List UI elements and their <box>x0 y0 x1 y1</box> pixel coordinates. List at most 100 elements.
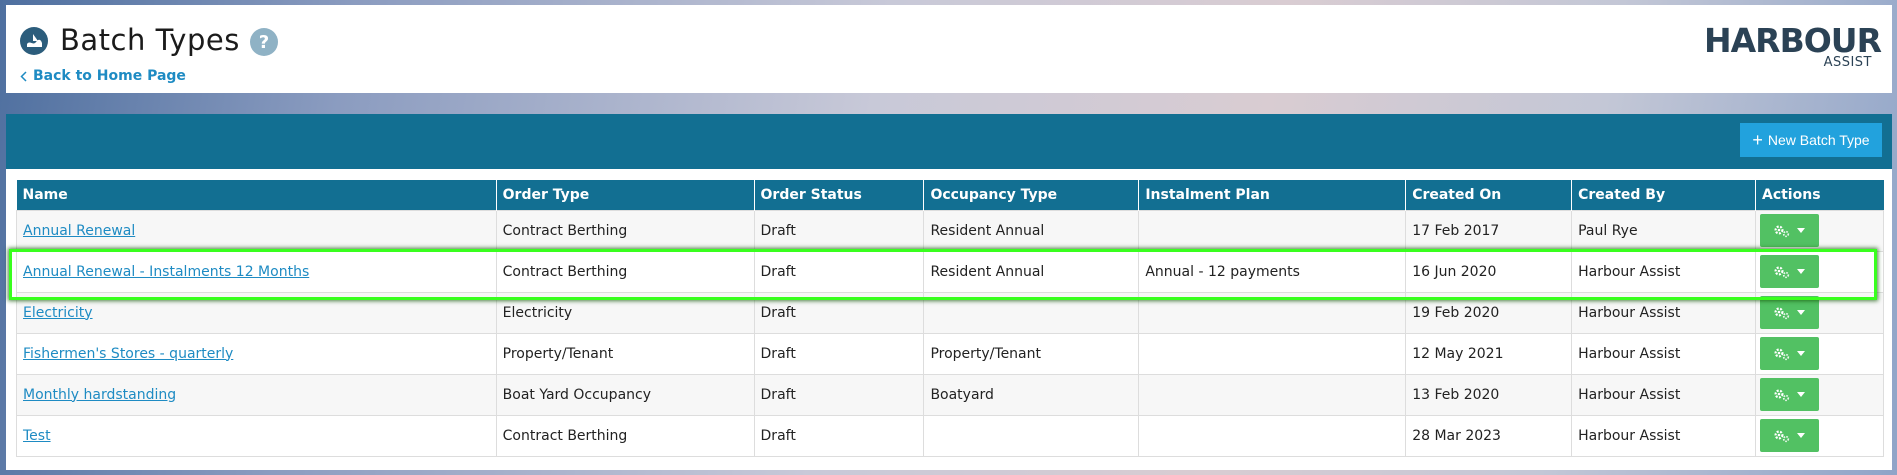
table-row: Monthly hardstanding Boat Yard Occupancy D… <box>16 373 1885 416</box>
cell-actions <box>1754 250 1885 293</box>
harbour-assist-logo: HARBOUR ASSIST <box>1704 21 1882 73</box>
cell-actions <box>1754 414 1885 457</box>
cell-actions <box>1754 291 1885 334</box>
column-header-order-status[interactable]: Order Status <box>754 180 925 210</box>
cell-actions <box>1754 373 1885 416</box>
cell-order-type: Electricity <box>495 291 755 334</box>
cell-order-type: Contract Berthing <box>495 414 755 457</box>
cell-occupancy-type <box>923 291 1140 334</box>
cell-name: Annual Renewal - Instalments 12 Months <box>16 250 497 293</box>
gears-icon <box>1774 265 1790 278</box>
gears-icon <box>1774 224 1790 237</box>
cell-order-status: Draft <box>753 373 925 416</box>
cell-actions <box>1754 209 1885 252</box>
cell-created-by: Paul Rye <box>1571 209 1756 252</box>
cell-created-on: 19 Feb 2020 <box>1405 291 1573 334</box>
table-row: Electricity Electricity Draft 19 Feb 2020 Ha… <box>16 291 1885 334</box>
column-header-created-by[interactable]: Created By <box>1571 180 1756 210</box>
batch-types-icon <box>20 27 48 55</box>
row-actions-button[interactable] <box>1759 255 1819 288</box>
cell-actions <box>1754 332 1885 375</box>
batch-types-table: Name Order Type Order Status Occupancy T… <box>16 180 1885 457</box>
back-link-label: Back to Home Page <box>33 68 186 84</box>
caret-down-icon <box>1797 228 1806 233</box>
cell-occupancy-type: Resident Annual <box>923 250 1140 293</box>
cell-occupancy-type <box>923 414 1140 457</box>
plus-icon: + <box>1752 130 1763 150</box>
row-actions-button[interactable] <box>1759 378 1819 411</box>
gears-icon <box>1774 306 1790 319</box>
panel-toolbar: + New Batch Type <box>6 114 1892 169</box>
new-batch-type-button[interactable]: + New Batch Type <box>1740 123 1882 157</box>
cell-name: Electricity <box>16 291 497 334</box>
batch-type-name-link[interactable]: Monthly hardstanding <box>23 387 176 403</box>
gears-icon <box>1774 388 1790 401</box>
table-header-row: Name Order Type Order Status Occupancy T… <box>16 180 1884 210</box>
batch-type-name-link[interactable]: Fishermen's Stores - quarterly <box>23 346 233 362</box>
cell-instalment-plan <box>1138 414 1407 457</box>
cell-instalment-plan <box>1138 332 1407 375</box>
cell-name: Test <box>16 414 497 457</box>
new-batch-type-label: New Batch Type <box>1767 132 1870 148</box>
cell-instalment-plan: Annual - 12 payments <box>1138 250 1407 293</box>
table-row: Annual Renewal Contract Berthing Draft Resi… <box>16 209 1885 252</box>
cell-instalment-plan <box>1138 209 1407 252</box>
caret-down-icon <box>1797 351 1806 356</box>
page-header: Batch Types ? Back to Home Page HARBOUR … <box>6 5 1892 93</box>
cell-created-on: 17 Feb 2017 <box>1405 209 1573 252</box>
column-header-created-on[interactable]: Created On <box>1405 180 1573 210</box>
cell-name: Annual Renewal <box>16 209 497 252</box>
cell-name: Monthly hardstanding <box>16 373 497 416</box>
gears-icon <box>1774 347 1790 360</box>
help-button[interactable]: ? <box>250 28 278 56</box>
caret-down-icon <box>1797 433 1806 438</box>
cell-order-status: Draft <box>753 414 925 457</box>
caret-down-icon <box>1797 392 1806 397</box>
back-to-home-link[interactable]: Back to Home Page <box>20 68 186 84</box>
cell-order-type: Property/Tenant <box>495 332 755 375</box>
cell-instalment-plan <box>1138 373 1407 416</box>
cell-created-on: 28 Mar 2023 <box>1405 414 1573 457</box>
cell-created-by: Harbour Assist <box>1571 250 1756 293</box>
table-row: Fishermen's Stores - quarterly Property/T… <box>16 332 1885 375</box>
row-actions-button[interactable] <box>1759 337 1819 370</box>
cell-order-status: Draft <box>753 209 925 252</box>
batch-type-name-link[interactable]: Test <box>23 428 51 444</box>
batch-types-panel: + New Batch Type Name Order Type Order S… <box>6 114 1892 470</box>
column-header-name[interactable]: Name <box>16 180 497 210</box>
cell-created-on: 16 Jun 2020 <box>1405 250 1573 293</box>
cell-name: Fishermen's Stores - quarterly <box>16 332 497 375</box>
column-header-instalment-plan[interactable]: Instalment Plan <box>1138 180 1407 210</box>
cell-occupancy-type: Boatyard <box>923 373 1140 416</box>
column-header-actions: Actions <box>1755 180 1884 210</box>
row-actions-button[interactable] <box>1759 296 1819 329</box>
page-title: Batch Types <box>60 23 240 57</box>
column-header-order-type[interactable]: Order Type <box>496 180 755 210</box>
cell-order-type: Boat Yard Occupancy <box>495 373 755 416</box>
column-header-occupancy-type[interactable]: Occupancy Type <box>923 180 1140 210</box>
cell-created-on: 13 Feb 2020 <box>1405 373 1573 416</box>
cell-order-status: Draft <box>753 291 925 334</box>
cell-order-status: Draft <box>753 250 925 293</box>
caret-down-icon <box>1797 269 1806 274</box>
cell-created-by: Harbour Assist <box>1571 291 1756 334</box>
batch-type-name-link[interactable]: Electricity <box>23 305 93 321</box>
caret-down-icon <box>1797 310 1806 315</box>
row-actions-button[interactable] <box>1759 419 1819 452</box>
cell-created-by: Harbour Assist <box>1571 373 1756 416</box>
logo-sub-text: ASSIST <box>1823 55 1872 70</box>
cell-instalment-plan <box>1138 291 1407 334</box>
gears-icon <box>1774 429 1790 442</box>
cell-order-type: Contract Berthing <box>495 209 755 252</box>
cell-occupancy-type: Property/Tenant <box>923 332 1140 375</box>
chevron-left-icon <box>20 70 27 82</box>
cell-occupancy-type: Resident Annual <box>923 209 1140 252</box>
cell-created-by: Harbour Assist <box>1571 414 1756 457</box>
batch-type-name-link[interactable]: Annual Renewal - Instalments 12 Months <box>23 264 309 280</box>
cell-order-status: Draft <box>753 332 925 375</box>
cell-created-on: 12 May 2021 <box>1405 332 1573 375</box>
row-actions-button[interactable] <box>1759 214 1819 247</box>
batch-type-name-link[interactable]: Annual Renewal <box>23 223 135 239</box>
cell-created-by: Harbour Assist <box>1571 332 1756 375</box>
table-row: Annual Renewal - Instalments 12 Months Co… <box>16 250 1885 293</box>
